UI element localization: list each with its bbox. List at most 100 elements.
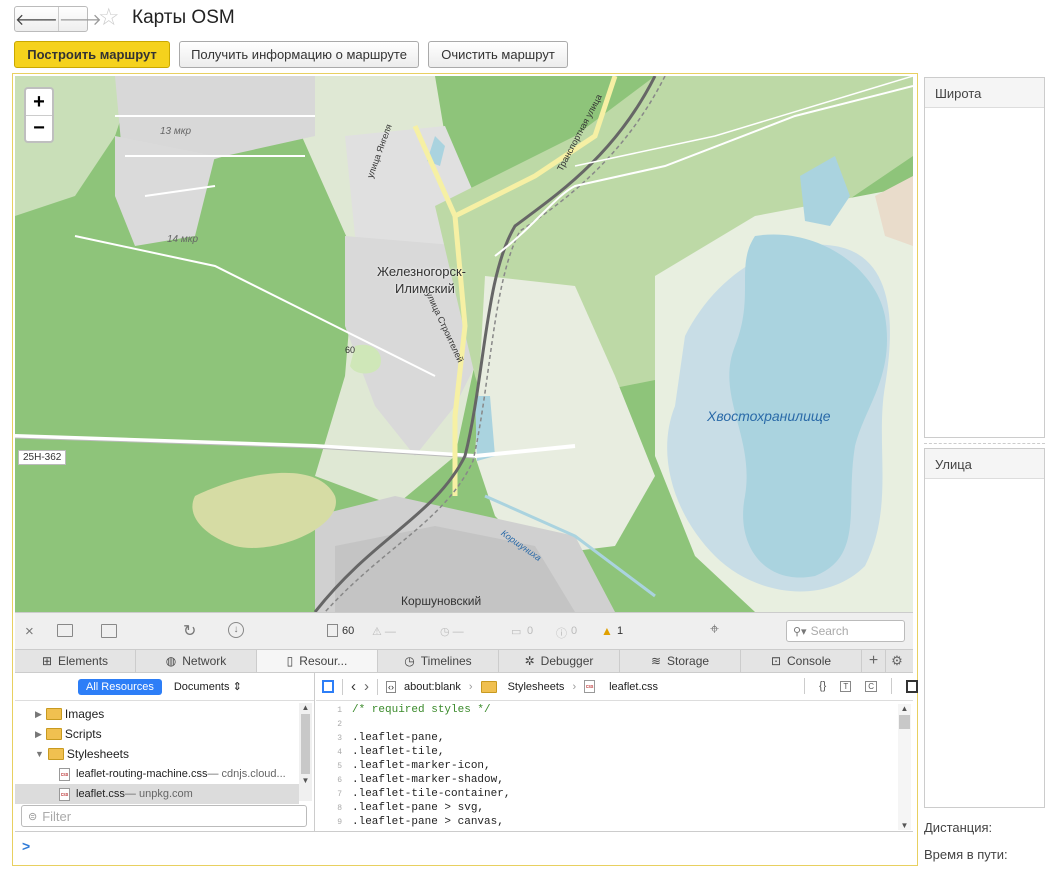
network-icon: ◍ — [165, 654, 177, 668]
tab-storage[interactable]: ≋ Storage — [620, 650, 741, 672]
build-route-button[interactable]: Построить маршрут — [14, 41, 170, 68]
inspector-search-box[interactable]: ⚲▾ Search — [786, 620, 905, 642]
tab-timelines[interactable]: ◷ Timelines — [378, 650, 499, 672]
inspector-tabs: ⊞ Elements ◍ Network ▯ Resour... ◷ Timelines… — [15, 649, 913, 673]
resources-count: 60 — [342, 625, 355, 637]
route-info-button[interactable]: Получить информацию о маршруте — [179, 41, 419, 68]
breadcrumb-stylesheets[interactable]: Stylesheets — [508, 681, 565, 693]
tab-network[interactable]: ◍ Network — [136, 650, 257, 672]
forward-arrow-icon[interactable]: › — [364, 678, 369, 695]
scroll-up-icon[interactable]: ▲ — [898, 704, 911, 713]
undock-icon[interactable] — [57, 624, 73, 637]
inspector-search-placeholder: Search — [810, 624, 849, 638]
back-button[interactable]: 🡐 — [15, 7, 58, 31]
latitude-header: Широта — [925, 78, 1044, 108]
folder-icon — [45, 708, 62, 720]
scroll-down-icon[interactable]: ▼ — [299, 776, 312, 785]
add-tab-icon[interactable]: + — [862, 650, 886, 672]
divider — [377, 678, 378, 695]
map-zoom-control: + − — [24, 87, 54, 143]
scroll-up-icon[interactable]: ▲ — [299, 703, 312, 712]
resources-tab-icon: ▯ — [286, 654, 294, 668]
scrollbar-thumb[interactable] — [899, 715, 910, 729]
navigation-sidebar-icon[interactable] — [322, 680, 334, 693]
tab-elements[interactable]: ⊞ Elements — [15, 650, 136, 672]
street-header: Улица — [925, 449, 1044, 479]
latitude-panel[interactable]: Широта — [924, 77, 1045, 438]
tab-resources[interactable]: ▯ Resour... — [257, 650, 378, 672]
scroll-down-icon[interactable]: ▼ — [898, 821, 911, 830]
zoom-out-button[interactable]: − — [26, 115, 52, 141]
clear-route-button[interactable]: Очистить маршрут — [428, 41, 568, 68]
console-icon: ⊡ — [770, 654, 782, 668]
scrollbar-thumb[interactable] — [301, 714, 310, 774]
zoom-in-button[interactable]: + — [26, 89, 52, 115]
tab-debugger[interactable]: ✲ Debugger — [499, 650, 620, 672]
back-arrow-icon[interactable]: ‹ — [351, 678, 356, 695]
details-sidebar-icon[interactable] — [906, 679, 919, 693]
log-count: 0 — [527, 625, 534, 637]
type-icon[interactable]: T — [840, 680, 852, 692]
forward-button[interactable]: 🡒 — [57, 7, 102, 31]
resources-icon — [327, 624, 338, 637]
map-label-mkr14: 14 мкр — [167, 234, 199, 245]
search-icon: ⚲▾ — [793, 625, 807, 638]
error-icon[interactable]: ⓘ — [556, 625, 567, 641]
code-lines[interactable]: 1/* required styles */ 2 3 .leaflet-pane,… — [316, 701, 913, 830]
favorite-star-icon[interactable]: ☆ — [98, 5, 120, 31]
divider — [804, 678, 805, 694]
coverage-icon[interactable]: C — [865, 680, 878, 692]
reload-icon[interactable]: ↻ — [183, 621, 196, 641]
pretty-print-icon[interactable]: {} — [819, 680, 826, 692]
tree-file-routing-css[interactable]: css leaflet-routing-machine.css — cdnjs.c… — [15, 764, 314, 784]
log-icon[interactable]: ▭ — [511, 625, 521, 638]
distance-label: Дистанция: — [924, 820, 993, 835]
source-viewer: ‹ › ‹› about:blank › Stylesheets › css l… — [316, 673, 919, 831]
window-title: Карты OSM — [132, 7, 235, 28]
close-inspector-icon[interactable]: × — [25, 623, 34, 640]
documents-filter[interactable]: Documents ⇕ — [174, 680, 242, 693]
clock-icon: ◷ — — [440, 626, 464, 638]
filter-icon: ⊜ — [28, 810, 38, 823]
code-line: 8 .leaflet-pane > svg, — [337, 802, 485, 814]
css-file-icon: css — [59, 767, 70, 781]
code-scrollbar[interactable]: ▲ ▼ — [898, 704, 911, 830]
folder-icon — [47, 748, 64, 760]
code-line: 6 .leaflet-marker-shadow, — [337, 774, 504, 786]
inspector-toolbar: × ↻ ↓ 60 ⚠ — ◷ — ▭ 0 ⓘ 0 ▲ 1 ⌖ ⚲▾ Search — [15, 612, 913, 649]
dock-side-icon[interactable] — [101, 624, 117, 638]
breadcrumb-separator-icon: › — [572, 680, 577, 693]
breadcrumb-leaflet-css[interactable]: leaflet.css — [609, 681, 658, 693]
tree-item-scripts[interactable]: ▶ Scripts — [15, 724, 314, 744]
panel-splitter[interactable] — [924, 443, 1045, 444]
code-line: 1/* required styles */ — [337, 704, 491, 716]
divider — [342, 678, 343, 695]
tree-item-images[interactable]: ▶ Images — [15, 704, 314, 724]
sidebar-filter-input[interactable]: ⊜ Filter — [21, 805, 307, 827]
street-panel[interactable]: Улица — [924, 448, 1045, 808]
crosshair-icon[interactable]: ⌖ — [710, 621, 719, 639]
console-prompt-area[interactable]: > — [15, 831, 913, 864]
tree-item-stylesheets[interactable]: ▼ Stylesheets — [15, 744, 314, 764]
code-line: 3 .leaflet-pane, — [337, 732, 445, 744]
map-label-mkr13: 13 мкр — [160, 126, 192, 137]
settings-gear-icon[interactable]: ⚙ — [886, 650, 908, 672]
code-line: 2 — [337, 720, 342, 729]
warning-icon[interactable]: ▲ — [601, 624, 613, 638]
all-resources-filter[interactable]: All Resources — [78, 678, 162, 695]
download-icon[interactable]: ↓ — [228, 622, 244, 638]
code-line: 7 .leaflet-tile-container, — [337, 788, 511, 800]
code-line: 4 .leaflet-tile, — [337, 746, 445, 758]
bell-icon: ⚠ — — [372, 626, 396, 638]
tab-console[interactable]: ⊡ Console — [741, 650, 862, 672]
folder-icon — [45, 728, 62, 740]
sidebar-scrollbar[interactable]: ▲ ▼ — [299, 703, 312, 801]
osm-map[interactable]: 13 мкр 14 мкр Железногорск- Илимский ули… — [15, 76, 913, 612]
code-line: 9 .leaflet-pane > canvas, — [337, 816, 504, 828]
css-file-icon: css — [584, 680, 596, 693]
warning-count: 1 — [617, 625, 624, 637]
disclosure-right-icon: ▶ — [35, 728, 42, 739]
tree-file-leaflet-css[interactable]: css leaflet.css — unpkg.com — [15, 784, 299, 804]
debugger-icon: ✲ — [524, 654, 535, 668]
breadcrumb-about-blank[interactable]: about:blank — [404, 681, 461, 693]
